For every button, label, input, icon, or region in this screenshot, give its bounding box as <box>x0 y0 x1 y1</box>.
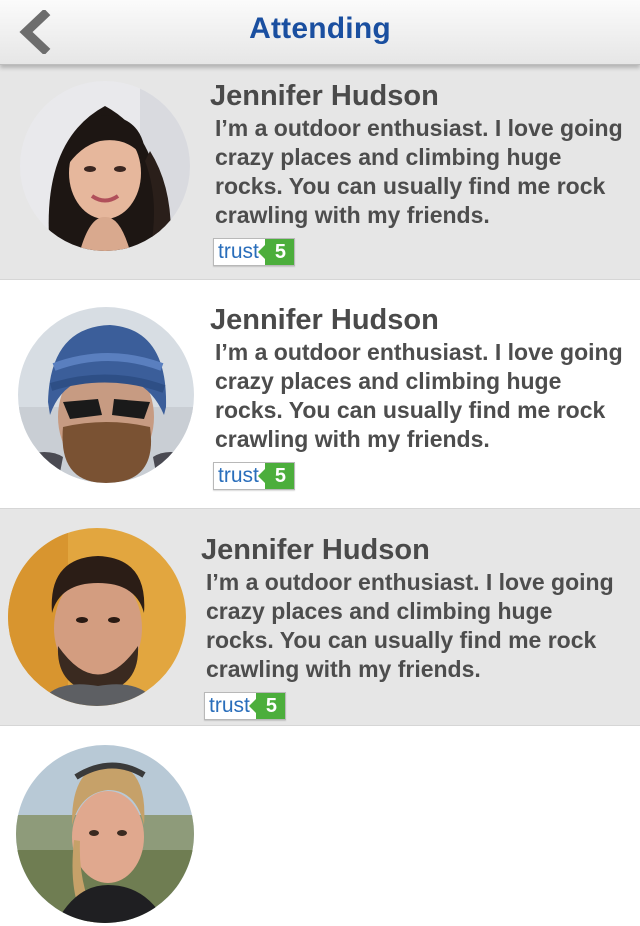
trust-badge: trust 5 <box>213 238 295 266</box>
avatar <box>8 528 186 706</box>
attendee-row[interactable]: Jennifer Hudson I’m a outdoor enthusiast… <box>0 509 640 726</box>
trust-label: trust <box>209 694 250 717</box>
attendee-info: Jennifer Hudson I’m a outdoor enthusiast… <box>210 304 635 490</box>
trust-badge: trust 5 <box>204 692 286 720</box>
trust-label: trust <box>218 240 259 263</box>
attendee-row[interactable] <box>0 726 640 926</box>
attendee-bio: I’m a outdoor enthusiast. I love going c… <box>215 115 623 228</box>
attendee-row[interactable]: Jennifer Hudson I’m a outdoor enthusiast… <box>0 65 640 280</box>
attendee-info: Jennifer Hudson I’m a outdoor enthusiast… <box>210 80 635 266</box>
trust-score: 5 <box>257 239 294 265</box>
page-title: Attending <box>249 12 391 45</box>
attendee-name: Jennifer Hudson <box>210 80 439 112</box>
trust-badge: trust 5 <box>213 462 295 490</box>
attendee-info: Jennifer Hudson I’m a outdoor enthusiast… <box>201 534 626 720</box>
attendee-bio: I’m a outdoor enthusiast. I love going c… <box>215 339 623 452</box>
avatar <box>18 307 194 483</box>
attendee-list: Jennifer Hudson I’m a outdoor enthusiast… <box>0 65 640 926</box>
attendee-name: Jennifer Hudson <box>201 534 430 566</box>
attendee-bio: I’m a outdoor enthusiast. I love going c… <box>206 569 614 682</box>
attendee-name: Jennifer Hudson <box>210 304 439 336</box>
avatar <box>20 81 190 251</box>
trust-label: trust <box>218 464 259 487</box>
attendee-row[interactable]: Jennifer Hudson I’m a outdoor enthusiast… <box>0 280 640 509</box>
avatar <box>16 745 194 923</box>
nav-bar: Attending <box>0 0 640 65</box>
trust-score: 5 <box>248 693 285 719</box>
trust-score: 5 <box>257 463 294 489</box>
